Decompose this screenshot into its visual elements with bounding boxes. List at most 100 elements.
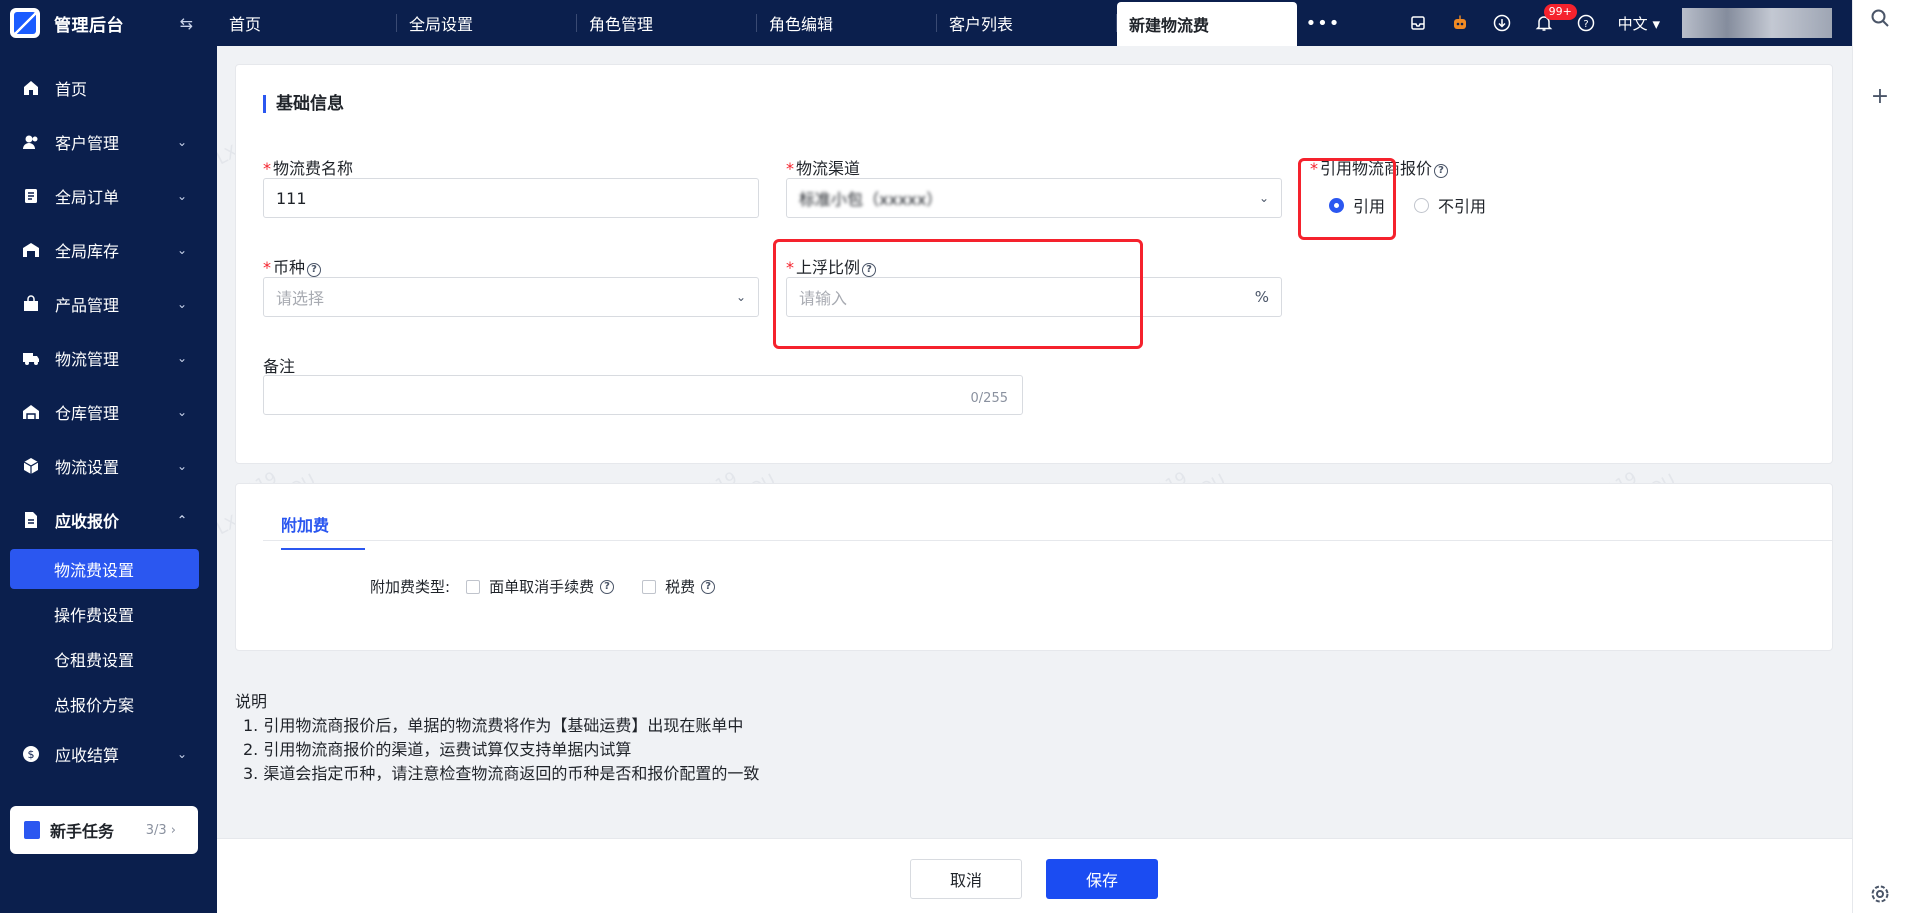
help-icon[interactable]: ?	[600, 579, 615, 594]
remark-count: 0/255	[970, 391, 1008, 406]
chevron-down-icon: ⌄	[176, 351, 187, 365]
surcharge-card: 附加费 附加费类型: 面单取消手续费 ? 税费 ?	[235, 483, 1833, 651]
surcharge-type-label: 附加费类型:	[370, 578, 451, 596]
sidebar-item-receivable-settlement[interactable]: $ 应收结算 ⌄	[0, 734, 217, 774]
tab-role-edit[interactable]: 角色编辑	[757, 0, 937, 46]
sidebar-item-label: 全局订单	[55, 188, 120, 207]
main-content: 8119LXSHOUHOU 8119LXSHOUHOU 8119LXSHOUHO…	[217, 46, 1852, 913]
switch-icon[interactable]: ⇆	[180, 14, 193, 33]
help-icon[interactable]: ?	[1576, 13, 1596, 33]
sidebar-item-inventory[interactable]: 全局库存 ⌄	[0, 230, 217, 270]
sidebar-item-home[interactable]: 首页	[0, 68, 217, 108]
radio-unselected-icon	[1414, 197, 1429, 213]
help-icon[interactable]: ?	[307, 263, 322, 277]
sidebar-item-label: 物流设置	[55, 458, 120, 477]
sidebar-item-orders[interactable]: 全局订单 ⌄	[0, 176, 217, 216]
sidebar-item-receivable-quote[interactable]: 应收报价 ⌃	[0, 500, 217, 540]
currency-label: * 币种?	[263, 254, 322, 278]
box-icon	[21, 456, 41, 476]
sidebar-subitem-storage-fee[interactable]: 仓租费设置	[10, 639, 199, 679]
cancel-button[interactable]: 取消	[910, 859, 1022, 899]
section-title: 基础信息	[263, 95, 344, 113]
sidebar-item-label: 产品管理	[55, 296, 120, 315]
tax-checkbox[interactable]	[642, 579, 657, 594]
name-field[interactable]: 111	[263, 178, 759, 218]
channel-select[interactable]: 标准小包（xxxxx） ⌄	[786, 178, 1282, 218]
tab-bar: 首页 全局设置 角色管理 角色编辑 客户列表 新建物流费 •••	[217, 0, 1408, 46]
chevron-up-icon: ⌃	[176, 513, 187, 527]
svg-text:$: $	[28, 748, 35, 761]
chevron-down-icon: ⌄	[176, 135, 187, 149]
currency-placeholder: 请选择	[276, 289, 325, 308]
sidebar-item-logistics[interactable]: 物流管理 ⌄	[0, 338, 217, 378]
clipboard-icon	[24, 821, 40, 839]
tab-customer-list[interactable]: 客户列表	[937, 0, 1117, 46]
remark-textarea[interactable]: 0/255	[263, 375, 1023, 415]
notes-title: 说明	[235, 692, 268, 711]
language-label: 中文	[1617, 14, 1648, 33]
more-tabs-icon[interactable]: •••	[1297, 0, 1349, 46]
help-icon[interactable]: ?	[1434, 164, 1449, 178]
newbie-title: 新手任务	[50, 822, 115, 841]
sidebar-item-warehouse[interactable]: 仓库管理 ⌄	[0, 392, 217, 432]
highlight-box-quote	[1298, 158, 1396, 240]
bell-icon[interactable]: 99+	[1534, 4, 1577, 33]
order-icon	[21, 186, 41, 206]
notes-item: 2. 引用物流商报价的渠道，运费试算仅支持单据内试算	[243, 740, 632, 759]
search-icon[interactable]	[1853, 8, 1906, 34]
highlight-box-markup	[773, 239, 1143, 349]
quote-no-label: 不引用	[1438, 197, 1487, 216]
users-icon	[21, 132, 41, 152]
home-icon	[21, 78, 41, 98]
chevron-down-icon: ⌄	[176, 459, 187, 473]
header-actions: 99+ ? 中文 ▾	[1408, 0, 1852, 46]
help-icon[interactable]: ?	[701, 579, 716, 594]
tab-surcharge[interactable]: 附加费	[281, 512, 365, 550]
sidebar-item-products[interactable]: 产品管理 ⌄	[0, 284, 217, 324]
sidebar-item-label: 应收结算	[55, 746, 120, 765]
robot-icon[interactable]	[1450, 13, 1470, 33]
channel-label-text: 物流渠道	[796, 159, 861, 178]
user-avatar[interactable]	[1682, 8, 1832, 38]
tab-divider	[263, 540, 1833, 541]
currency-select[interactable]: 请选择 ⌄	[263, 277, 759, 317]
cancel-fee-label: 面单取消手续费	[489, 578, 595, 596]
document-icon	[21, 510, 41, 530]
tab-home[interactable]: 首页	[217, 0, 397, 46]
chevron-down-icon: ▾	[1652, 14, 1660, 33]
tab-role-management[interactable]: 角色管理	[577, 0, 757, 46]
sidebar-subitem-total-quote-plan[interactable]: 总报价方案	[10, 684, 199, 724]
sidebar-item-logistics-settings[interactable]: 物流设置 ⌄	[0, 446, 217, 486]
name-value: 111	[276, 188, 307, 208]
language-select[interactable]: 中文 ▾	[1618, 13, 1660, 34]
save-button[interactable]: 保存	[1046, 859, 1158, 899]
chevron-right-icon: ›	[170, 822, 176, 838]
add-icon[interactable]: +	[1853, 84, 1906, 109]
tab-new-logistics-fee[interactable]: 新建物流费	[1117, 2, 1297, 46]
quote-no-radio[interactable]: 不引用	[1414, 193, 1486, 217]
tax-label: 税费	[665, 578, 696, 596]
sidebar-subitem-operation-fee[interactable]: 操作费设置	[10, 594, 199, 634]
chevron-down-icon: ⌄	[1258, 191, 1269, 205]
svg-text:?: ?	[1583, 19, 1588, 30]
download-icon[interactable]	[1492, 13, 1512, 33]
app-title: 管理后台	[54, 15, 124, 36]
currency-label-text: 币种	[273, 258, 306, 277]
action-footer: 取消 保存	[217, 838, 1852, 913]
tab-global-settings[interactable]: 全局设置	[397, 0, 577, 46]
cancel-fee-checkbox[interactable]	[466, 579, 481, 594]
newbie-tasks-card[interactable]: 新手任务 3/3 ›	[10, 806, 198, 854]
app-logo	[10, 8, 40, 38]
inventory-icon	[21, 240, 41, 260]
notification-badge: 99+	[1543, 4, 1577, 20]
sidebar-item-customers[interactable]: 客户管理 ⌄	[0, 122, 217, 162]
chevron-down-icon: ⌄	[735, 290, 746, 304]
settings-icon[interactable]	[1853, 884, 1906, 910]
right-rail: +	[1852, 0, 1906, 913]
name-label-text: 物流费名称	[273, 159, 354, 178]
inbox-icon[interactable]	[1408, 13, 1428, 33]
chevron-down-icon: ⌄	[176, 243, 187, 257]
sidebar-subitem-logistics-fee[interactable]: 物流费设置	[10, 549, 199, 589]
dollar-icon: $	[21, 744, 41, 764]
sidebar-item-label: 应收报价	[55, 512, 120, 531]
